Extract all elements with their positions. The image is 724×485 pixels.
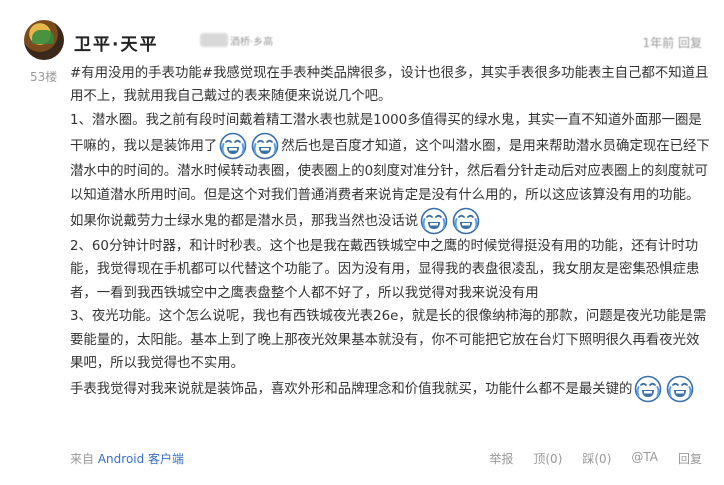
post-paragraph: 手表我觉得对我来说就是装饰品，喜欢外形和品牌理念和价值我就买，功能什么都不是最关… (70, 375, 710, 403)
laughing-crying-face-icon (667, 376, 694, 403)
downvote-button[interactable]: 踩(0) (582, 450, 611, 467)
source-prefix: 来自 (70, 452, 95, 466)
upvote-button[interactable]: 顶(0) (533, 450, 562, 467)
reply-button[interactable]: 回复 (678, 450, 702, 467)
report-button[interactable]: 举报 (489, 450, 513, 467)
post-source: 来自 Android 客户端 (70, 450, 184, 467)
post-text: 手表我觉得对我来说就是装饰品，喜欢外形和品牌理念和价值我就买，功能什么都不是最关… (70, 382, 633, 398)
level-badge: 酒桥·乡高 (230, 37, 274, 48)
laughing-crying-face-icon (452, 207, 480, 235)
post-paragraph: 2、60分钟计时器，和计时秒表。这个也是我在戴西铁城空中之鹰的时候觉得挺没有用的… (70, 235, 710, 305)
post-meta: 1年前 回复 (642, 36, 702, 50)
floor-number: 53楼 (30, 70, 58, 84)
source-app-link[interactable]: Android 客户端 (98, 452, 184, 466)
post-text: 2、60分钟计时器，和计时秒表。这个也是我在戴西铁城空中之鹰的时候觉得挺没有用的… (70, 239, 700, 301)
laughing-crying-face-icon (635, 376, 662, 403)
post-paragraph: 3、夜光功能。这个怎么说呢，我也有西铁城夜光表26e，就是长的很像纳柿海的那款，… (70, 305, 710, 375)
laughing-crying-face-icon (251, 132, 279, 160)
laughing-crying-face-icon (420, 207, 448, 235)
post-text: 3、夜光功能。这个怎么说呢，我也有西铁城夜光表26e，就是长的很像纳柿海的那款，… (70, 309, 707, 372)
post-paragraph: #有用没用的手表功能#我感觉现在手表种类品牌很多，设计也很多，其实手表很多功能表… (70, 62, 710, 109)
username[interactable]: 卫平·天平 (74, 30, 158, 55)
avatar[interactable] (24, 20, 64, 60)
post-content: #有用没用的手表功能#我感觉现在手表种类品牌很多，设计也很多，其实手表很多功能表… (70, 62, 710, 403)
post-actions: 举报 顶(0) 踩(0) @TA 回复 (489, 450, 702, 467)
post-paragraph: 1、潜水圈。我之前有段时间戴着精工潜水表也就是1000多值得买的绿水鬼，其实一直… (70, 109, 710, 235)
laughing-crying-face-icon (219, 132, 247, 160)
mention-button[interactable]: @TA (631, 450, 658, 467)
post-text: #有用没用的手表功能#我感觉现在手表种类品牌很多，设计也很多，其实手表很多功能表… (70, 66, 709, 105)
user-tag (200, 33, 228, 47)
